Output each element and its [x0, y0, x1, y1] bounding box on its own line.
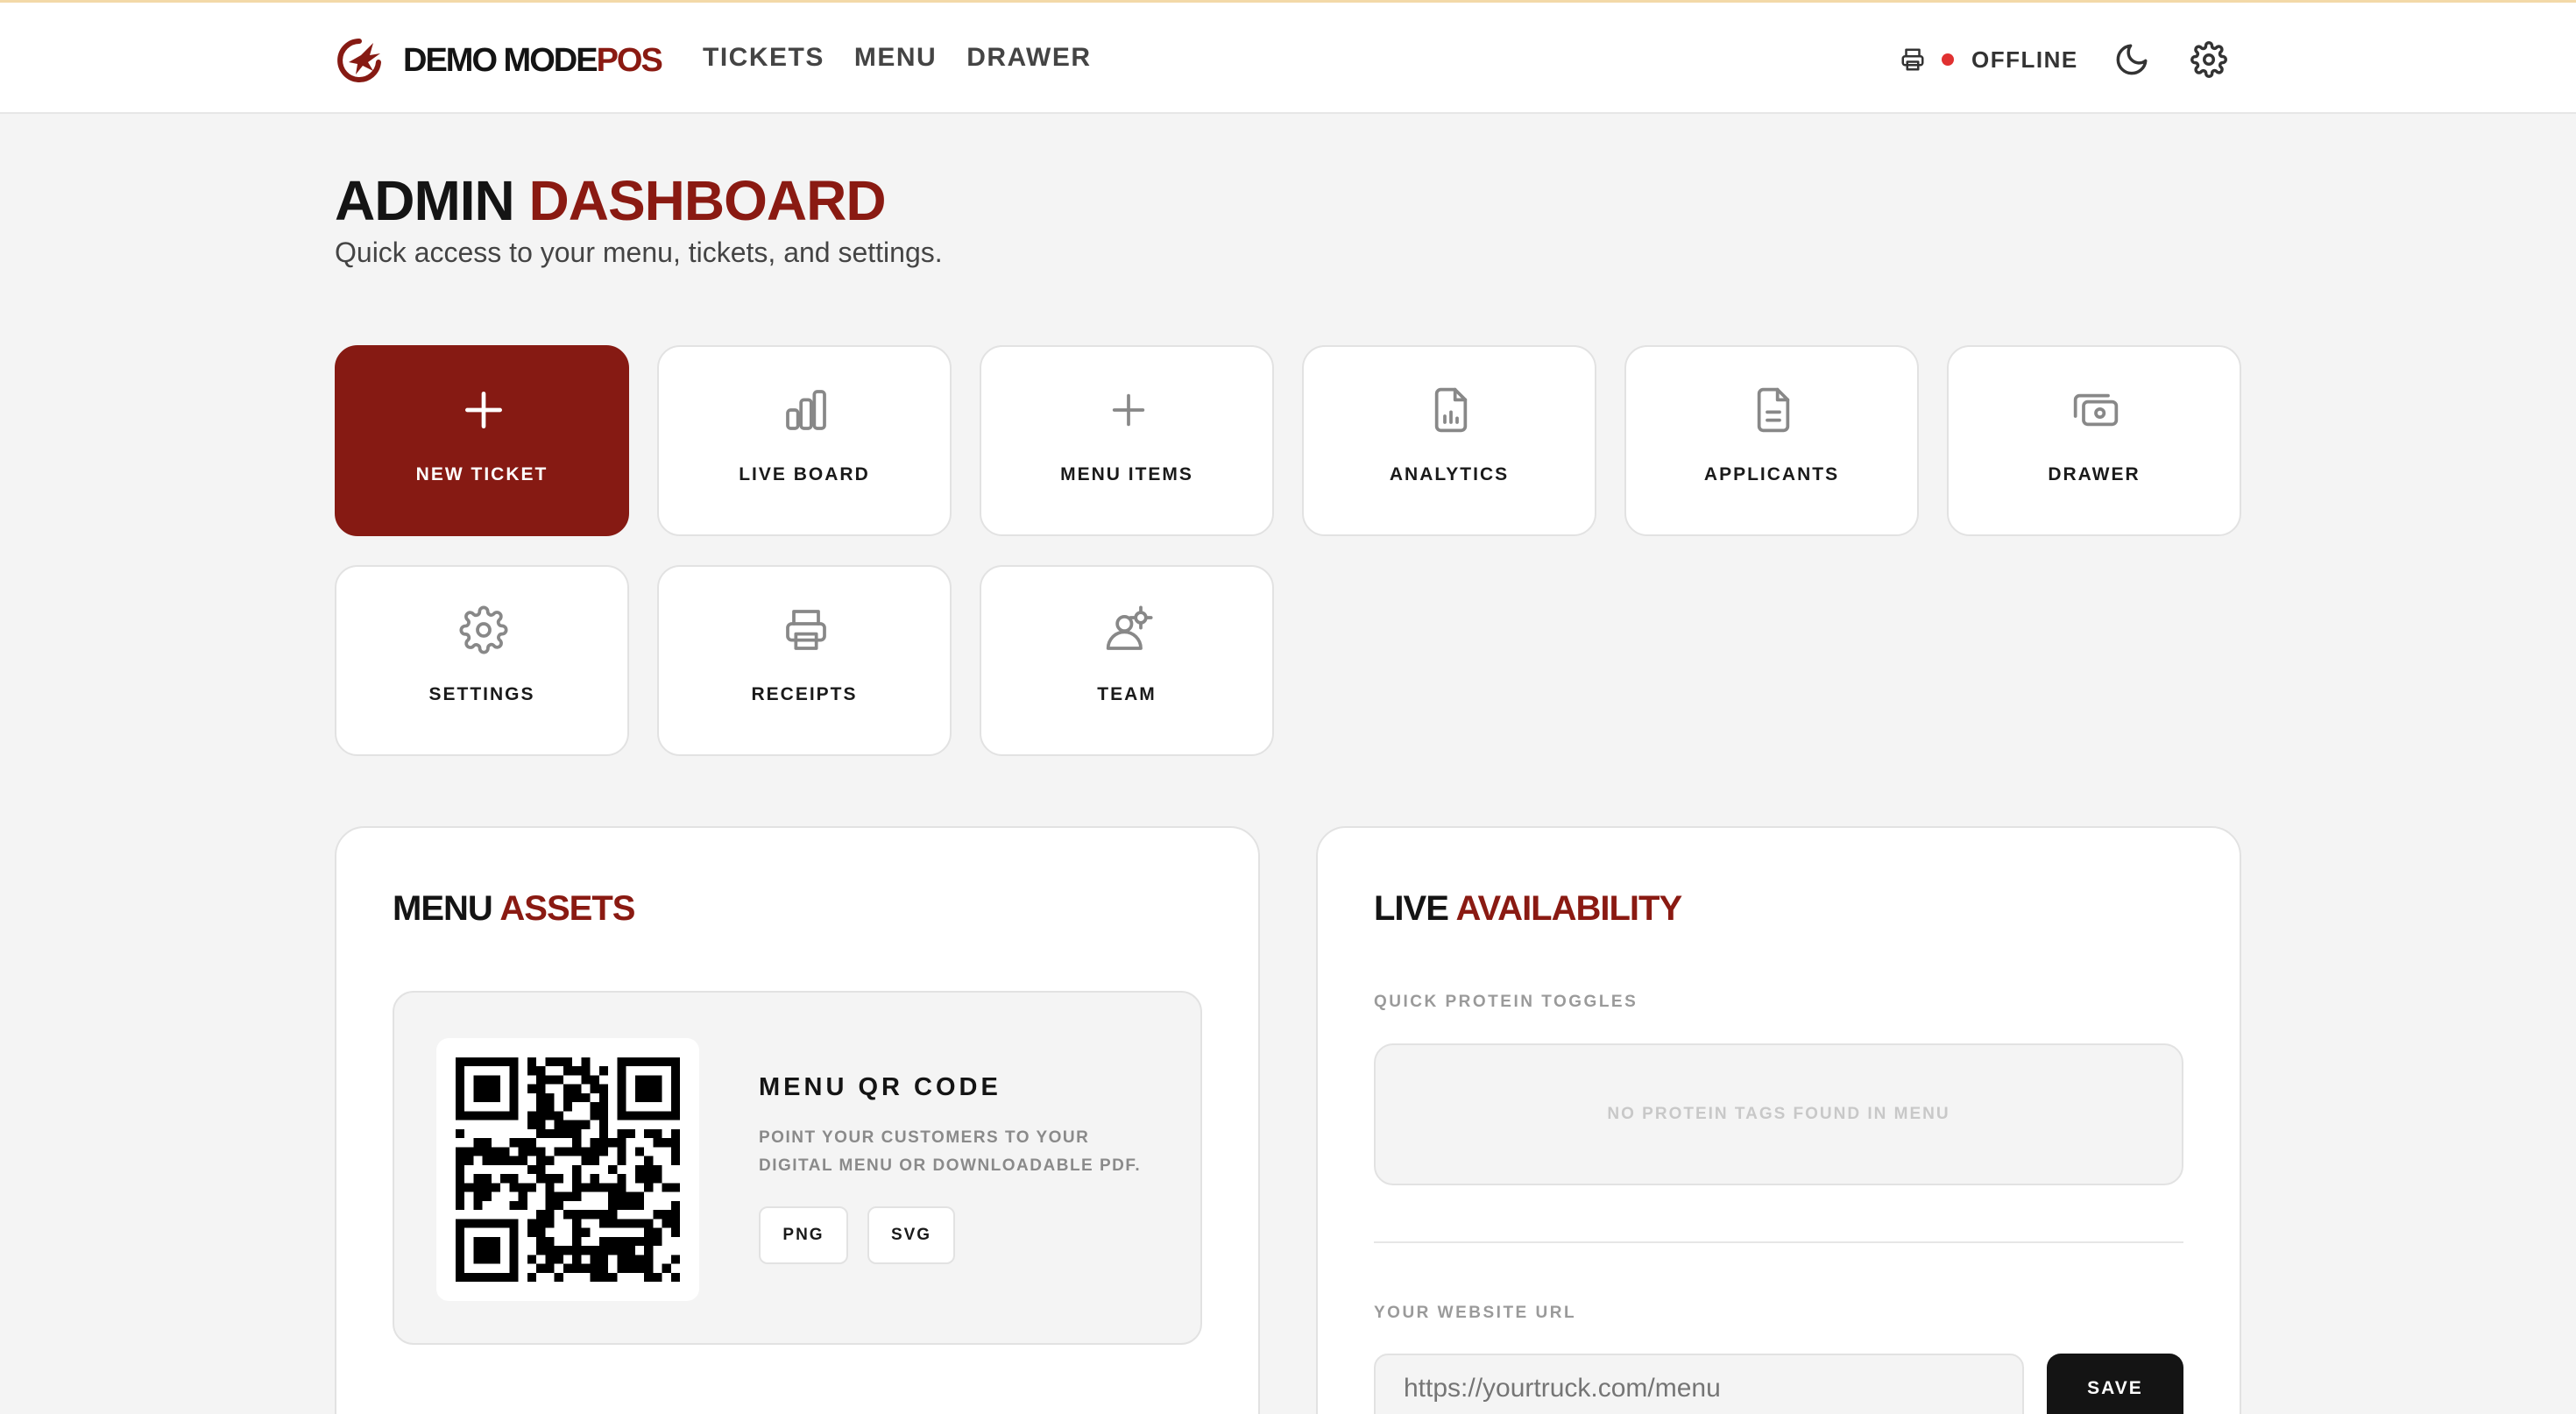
menu-assets-title: MENU ASSETS	[393, 889, 635, 929]
tile-analytics[interactable]: ANALYTICS	[1302, 345, 1596, 536]
empty-state-text: NO PROTEIN TAGS FOUND IN MENU	[1607, 1105, 1950, 1123]
download-png-button[interactable]: PNG	[759, 1206, 848, 1264]
tile-live-board[interactable]: LIVE BOARD	[657, 345, 952, 536]
tile-label: LIVE BOARD	[739, 464, 870, 484]
live-availability-title: LIVE AVAILABILITY	[1374, 889, 1683, 929]
tile-label: ANALYTICS	[1389, 464, 1510, 484]
tile-label: DRAWER	[2048, 464, 2141, 484]
tile-drawer[interactable]: DRAWER	[1947, 345, 2241, 536]
tile-label: MENU ITEMS	[1060, 464, 1193, 484]
tile-label: NEW TICKET	[415, 464, 548, 484]
protein-toggles-label: QUICK PROTEIN TOGGLES	[1374, 993, 1638, 1011]
download-svg-button[interactable]: SVG	[867, 1206, 955, 1264]
nav-tickets[interactable]: TICKETS	[703, 43, 824, 73]
page-title-part1: ADMIN	[335, 169, 515, 232]
brand-name: DEMO MODEPOS	[403, 41, 663, 80]
nav-menu[interactable]: MENU	[854, 43, 937, 73]
file-text-icon	[1757, 387, 1790, 433]
main-nav: TICKETS MENU DRAWER	[703, 43, 1092, 73]
top-bar: DEMO MODEPOS TICKETS MENU DRAWER OFFLINE	[0, 0, 2576, 114]
tile-menu-items[interactable]: MENU ITEMS	[980, 345, 1274, 536]
tile-applicants[interactable]: APPLICANTS	[1624, 345, 1919, 536]
protein-toggles-box: NO PROTEIN TAGS FOUND IN MENU	[1374, 1043, 2183, 1185]
brand[interactable]: DEMO MODEPOS	[335, 34, 663, 87]
brand-name-part2: POS	[596, 41, 663, 79]
live-availability-card: LIVE AVAILABILITY QUICK PROTEIN TOGGLES …	[1316, 826, 2241, 1414]
tile-label: APPLICANTS	[1703, 464, 1840, 484]
save-button[interactable]: SAVE	[2047, 1354, 2183, 1414]
page-title: ADMIN DASHBOARD	[335, 168, 887, 233]
qr-title: MENU QR CODE	[759, 1073, 1001, 1101]
menu-assets-title-part2: ASSETS	[499, 889, 635, 928]
website-url-label: YOUR WEBSITE URL	[1374, 1304, 1577, 1322]
status-dot	[1942, 53, 1954, 66]
gear-icon	[459, 605, 508, 654]
nav-drawer[interactable]: DRAWER	[966, 43, 1091, 73]
divider	[1374, 1241, 2183, 1243]
menu-assets-title-part1: MENU	[393, 889, 493, 928]
qr-code-icon	[456, 1057, 680, 1282]
tile-settings[interactable]: SETTINGS	[335, 565, 629, 756]
qr-description: POINT YOUR CUSTOMERS TO YOUR DIGITAL MEN…	[759, 1128, 1142, 1175]
tile-team[interactable]: TEAM	[980, 565, 1274, 756]
page-title-part2: DASHBOARD	[528, 169, 887, 232]
live-availability-title-part1: LIVE	[1374, 889, 1449, 928]
eagle-logo-icon	[337, 39, 381, 82]
printer-status[interactable]: OFFLINE	[1900, 41, 2078, 78]
page-subtitle: Quick access to your menu, tickets, and …	[335, 237, 943, 268]
qr-code-image	[436, 1038, 699, 1301]
tile-new-ticket[interactable]: NEW TICKET	[335, 345, 629, 536]
status-label: OFFLINE	[1971, 46, 2078, 73]
live-availability-title-part2: AVAILABILITY	[1455, 889, 1683, 928]
tile-label: SETTINGS	[428, 684, 535, 704]
website-url-input[interactable]	[1374, 1354, 2024, 1414]
brand-name-part1: DEMO MODE	[403, 41, 598, 79]
plus-icon	[465, 392, 502, 428]
printer-icon	[786, 610, 826, 650]
plus-icon	[1112, 393, 1145, 427]
dark-mode-moon-icon[interactable]	[2113, 41, 2150, 78]
tile-label: RECEIPTS	[751, 684, 858, 704]
printer-icon	[1901, 48, 1924, 71]
file-chart-icon	[1434, 387, 1468, 433]
bar-chart-icon	[786, 390, 826, 430]
gear-icon[interactable]	[2190, 41, 2227, 78]
menu-assets-card: MENU ASSETS MENU QR CODE POINT YOUR CUST…	[335, 826, 1260, 1414]
team-icon	[1106, 605, 1153, 650]
tile-receipts[interactable]: RECEIPTS	[657, 565, 952, 756]
tile-label: TEAM	[1097, 684, 1157, 704]
cash-icon	[2073, 393, 2119, 427]
qr-panel: MENU QR CODE POINT YOUR CUSTOMERS TO YOU…	[393, 991, 1202, 1345]
